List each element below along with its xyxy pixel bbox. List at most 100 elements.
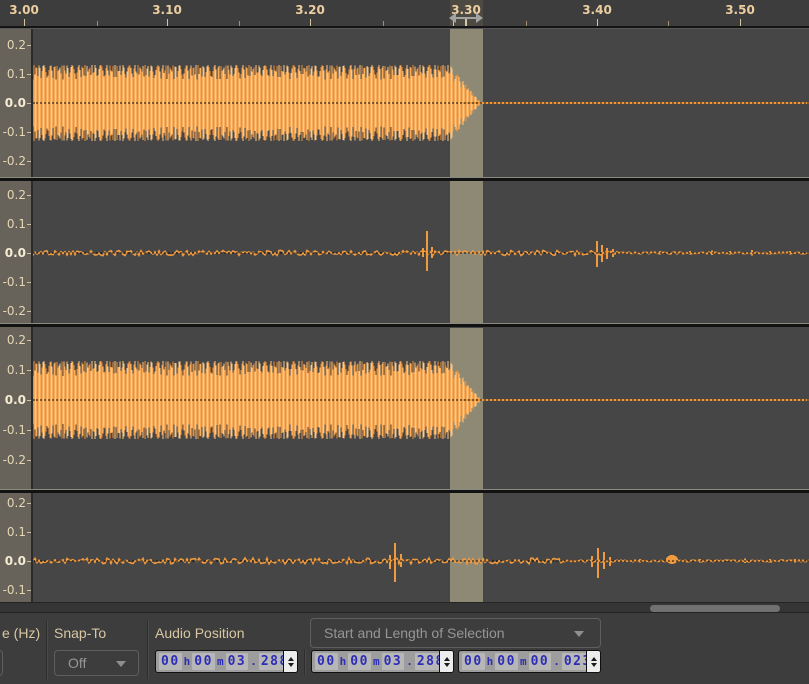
time-digit-group[interactable]: 00: [348, 653, 371, 670]
spinner-buttons[interactable]: [283, 651, 297, 672]
snap-to-label: Snap-To: [54, 625, 107, 641]
scale-tick: [27, 45, 31, 46]
ruler-minor-tick: [383, 21, 384, 26]
time-digit-group[interactable]: 03: [225, 653, 249, 670]
horizontal-scrollbar[interactable]: [0, 602, 809, 613]
timeline-ruler[interactable]: 3.00 3.10 3.20 3.40 3.50 3.30: [0, 0, 809, 28]
audio-track-3[interactable]: 0.2 0.1 0.0 -0.1 -0.2: [0, 328, 809, 489]
time-unit-label: .: [406, 655, 413, 668]
scale-tick: [27, 74, 31, 75]
scale-label: 0.2: [6, 188, 26, 202]
scale-label: 0.1: [6, 363, 26, 377]
scale-label: 0.0: [4, 96, 26, 110]
spinner-up-icon[interactable]: [443, 656, 450, 661]
tracks-area: 0.2 0.1 0.0 -0.1 -0.2 0.2 0.1 0.0 -0.1 -0.2 0.2 0.1…: [0, 28, 809, 602]
scale-label: 0.1: [6, 67, 26, 81]
scale-label: 0.2: [6, 496, 26, 510]
time-digit-group[interactable]: 00: [495, 653, 518, 670]
time-digit-group[interactable]: 00: [462, 653, 485, 670]
scale-tick: [27, 430, 31, 431]
audacity-window: 3.00 3.10 3.20 3.40 3.50 3.30 0.2 0.1 0.0 -0.1 -0…: [0, 0, 809, 684]
ruler-major-tick: [310, 19, 311, 26]
time-unit-label: m: [216, 655, 224, 668]
spinner-up-icon[interactable]: [287, 656, 294, 661]
time-digit-group[interactable]: 03: [381, 653, 405, 670]
selection-drag-handle-right-icon[interactable]: [476, 13, 483, 23]
scale-tick: [27, 132, 31, 133]
time-unit-label: .: [553, 655, 560, 668]
zero-amplitude-line: [33, 560, 809, 562]
selection-format-dropdown[interactable]: Start and Length of Selection: [310, 618, 601, 648]
time-unit-label: m: [372, 655, 380, 668]
waveform: [33, 543, 809, 582]
spinner-buttons[interactable]: [586, 651, 600, 672]
ruler-major-tick: [740, 19, 741, 26]
ruler-major-tick: [597, 19, 598, 26]
scale-tick: [27, 282, 31, 283]
audio-track-4[interactable]: 0.20.10.0-0.1-0.2: [0, 493, 809, 602]
scale-tick: [27, 532, 31, 533]
scale-tick: [27, 460, 31, 461]
audio-position-field[interactable]: 00h00m03.288s: [155, 650, 298, 673]
ruler-major-tick: [24, 19, 25, 26]
spinner-down-icon[interactable]: [287, 662, 294, 667]
scale-label: -0.1: [2, 125, 26, 139]
chevron-down-icon: [116, 661, 126, 667]
scale-label: -0.2: [2, 154, 26, 168]
selection-center-tick: [465, 19, 467, 26]
time-digit-group[interactable]: 00: [315, 653, 338, 670]
scale-label: 0.1: [6, 217, 26, 231]
scrollbar-thumb[interactable]: [650, 605, 780, 612]
scale-tick: [27, 503, 31, 504]
project-rate-combobox-partial[interactable]: [0, 650, 3, 676]
snap-to-value: Off: [68, 655, 87, 671]
toolbar-separator: [304, 649, 306, 675]
spinner-up-icon[interactable]: [590, 656, 597, 661]
time-unit-label: h: [339, 655, 347, 668]
scale-label: 0.2: [6, 333, 26, 347]
selection-toolbar: e (Hz) Snap-To Off Audio Position Start …: [0, 613, 809, 684]
time-digit-group[interactable]: 00: [192, 653, 215, 670]
ruler-time-label: 3.10: [152, 3, 182, 17]
scale-tick: [27, 103, 31, 104]
scale-tick: [27, 590, 31, 591]
audio-track-2[interactable]: 0.2 0.1 0.0 -0.1 -0.2: [0, 181, 809, 323]
time-unit-label: h: [183, 655, 191, 668]
ruler-minor-tick: [97, 21, 98, 26]
spinner-down-icon[interactable]: [443, 662, 450, 667]
scale-label: 0.0: [4, 246, 26, 260]
scale-label: 0.2: [6, 38, 26, 52]
scale-tick: [27, 253, 31, 254]
toolbar-separator: [46, 621, 48, 679]
time-unit-label: h: [486, 655, 494, 668]
scale-label: 0.1: [6, 525, 26, 539]
spinner-down-icon[interactable]: [590, 662, 597, 667]
scale-tick: [27, 400, 31, 401]
time-digit-group[interactable]: 00: [528, 653, 552, 670]
spinner-buttons[interactable]: [439, 651, 453, 672]
scale-tick: [27, 370, 31, 371]
ruler-minor-tick: [239, 21, 240, 26]
ruler-major-tick: [167, 19, 168, 26]
scale-label: -0.1: [2, 423, 26, 437]
zero-amplitude-line: [33, 252, 809, 254]
selection-format-value: Start and Length of Selection: [324, 625, 505, 641]
ruler-time-label: 3.20: [295, 3, 325, 17]
chevron-down-icon: [574, 631, 584, 637]
toolbar-separator: [147, 621, 149, 679]
scale-label: -0.2: [2, 453, 26, 467]
project-rate-label-partial: e (Hz): [2, 625, 41, 641]
scale-label: -0.1: [2, 583, 26, 597]
scale-tick: [27, 224, 31, 225]
ruler-time-label: 3.00: [9, 3, 39, 17]
snap-to-dropdown[interactable]: Off: [54, 650, 139, 676]
ruler-minor-tick: [526, 21, 527, 26]
audio-track-1[interactable]: 0.2 0.1 0.0 -0.1 -0.2: [0, 29, 809, 177]
selection-start-field[interactable]: 00h00m03.288s: [311, 650, 454, 673]
selection-length-field[interactable]: 00h00m00.023s: [458, 650, 601, 673]
waveform: [33, 361, 809, 439]
time-digit-group[interactable]: 00: [159, 653, 182, 670]
audio-position-label: Audio Position: [155, 625, 245, 641]
selection-drag-handle-left-icon[interactable]: [449, 13, 456, 23]
scale-label: 0.0: [4, 554, 26, 568]
